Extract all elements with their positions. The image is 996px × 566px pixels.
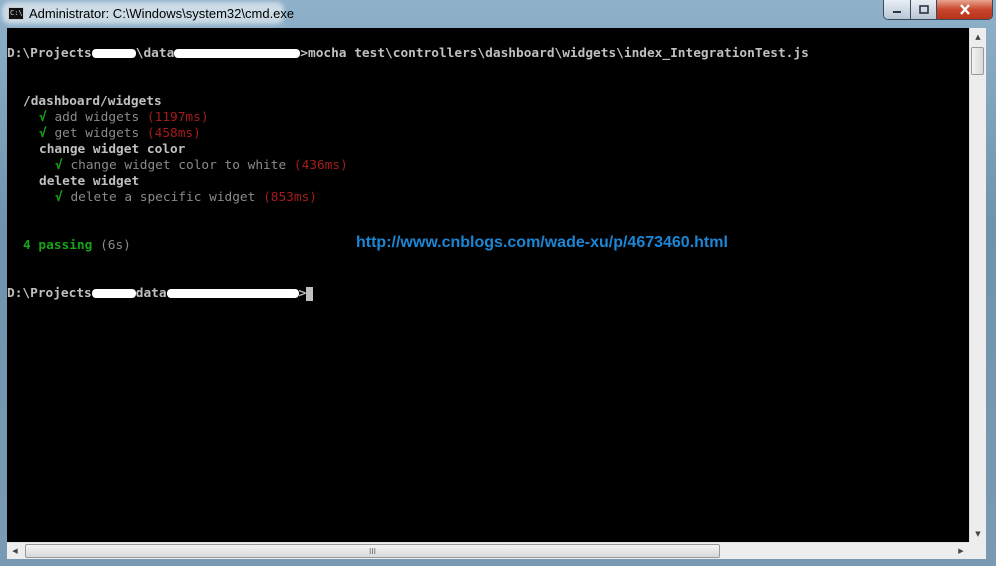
arrow-left-icon: ◀: [12, 547, 18, 555]
prompt-end: >: [298, 286, 307, 301]
minimize-icon: [893, 10, 901, 13]
arrow-up-icon: ▲: [975, 32, 981, 41]
redacted-segment: [91, 49, 136, 58]
arrow-right-icon: ▶: [958, 547, 964, 555]
scroll-left-button[interactable]: ◀: [7, 543, 23, 559]
test-line: √ change widget color to white (436ms): [55, 158, 348, 174]
redacted-segment: [174, 49, 301, 58]
text-cursor: [306, 287, 314, 301]
vertical-scroll-thumb[interactable]: [971, 47, 984, 75]
prompt-path: D:\Projects: [7, 286, 92, 301]
scrollbar-corner: [969, 542, 986, 559]
scroll-down-button[interactable]: ▼: [970, 525, 986, 542]
scroll-up-button[interactable]: ▲: [970, 28, 986, 45]
test-time: (853ms): [263, 190, 317, 205]
arrow-down-icon: ▼: [975, 529, 981, 538]
blog-url-watermark: http://www.cnblogs.com/wade-xu/p/4673460…: [356, 234, 728, 251]
group-title: change widget color: [39, 142, 186, 157]
close-button[interactable]: [937, 0, 992, 19]
test-name: change widget color to white: [70, 158, 287, 173]
test-time: (458ms): [146, 126, 201, 141]
window-title: Administrator: C:\Windows\system32\cmd.e…: [29, 6, 295, 21]
prompt-path-sep: \data: [135, 46, 175, 61]
prompt-line-1: D:\Projects \data >mocha test\controllers\…: [7, 46, 809, 62]
test-line: √ delete a specific widget (853ms): [55, 190, 317, 206]
test-name: delete a specific widget: [70, 190, 256, 205]
check-icon: √: [39, 126, 47, 141]
check-icon: √: [55, 190, 63, 205]
test-name: add widgets: [54, 110, 140, 125]
cmd-window: C:\ Administrator: C:\Windows\system32\c…: [0, 0, 996, 566]
redacted-segment: [166, 289, 299, 298]
prompt-path: D:\Projects: [7, 46, 92, 61]
close-icon: [959, 4, 970, 15]
scroll-right-button[interactable]: ▶: [953, 543, 969, 559]
test-time: (436ms): [293, 158, 348, 173]
check-icon: √: [39, 110, 47, 125]
maximize-button[interactable]: [911, 0, 937, 19]
command-text: >mocha test\controllers\dashboard\widget…: [300, 46, 809, 61]
vertical-scrollbar[interactable]: ▲ ▼: [969, 28, 986, 542]
horizontal-scrollbar[interactable]: ◀ III ▶: [7, 542, 969, 559]
horizontal-scroll-thumb[interactable]: III: [25, 544, 720, 558]
prompt-line-2: D:\Projects data >: [7, 286, 314, 302]
maximize-icon: [918, 5, 929, 14]
minimize-button[interactable]: [884, 0, 911, 19]
test-name: get widgets: [54, 126, 140, 141]
window-controls: [883, 0, 993, 20]
group-title: delete widget: [39, 174, 140, 189]
test-line: √ get widgets (458ms): [39, 126, 201, 142]
passing-count: 4 passing: [23, 238, 93, 253]
console-output[interactable]: D:\Projects \data >mocha test\controllers\…: [7, 28, 969, 542]
grip-icon: III: [368, 546, 377, 556]
test-line: √ add widgets (1197ms): [39, 110, 209, 126]
redacted-segment: [91, 289, 136, 298]
cmd-icon[interactable]: C:\: [8, 7, 24, 20]
test-time: (1197ms): [146, 110, 209, 125]
total-duration: (6s): [100, 238, 131, 253]
title-bar[interactable]: C:\ Administrator: C:\Windows\system32\c…: [0, 0, 996, 28]
check-icon: √: [55, 158, 63, 173]
suite-title: /dashboard/widgets: [23, 94, 162, 109]
summary-line: 4 passing (6s): [23, 238, 131, 254]
prompt-path-sep: data: [135, 286, 167, 301]
